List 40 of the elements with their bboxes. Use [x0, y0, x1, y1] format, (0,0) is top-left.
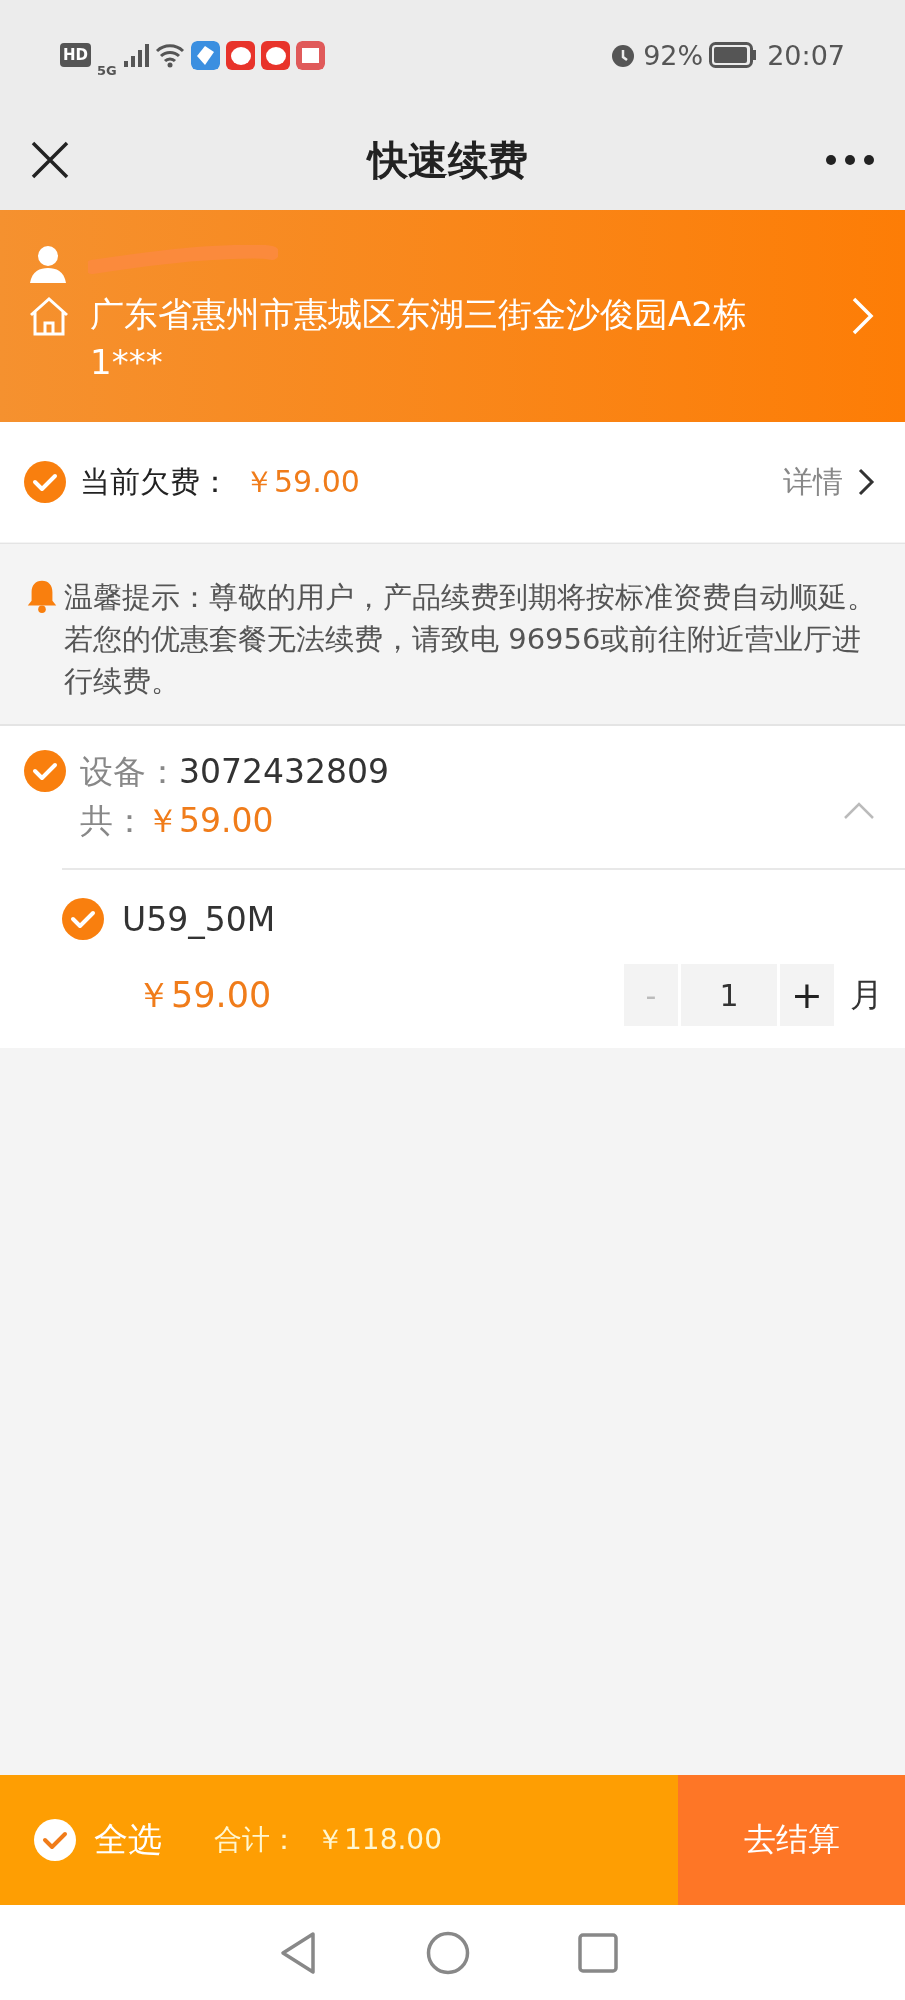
- more-icon[interactable]: [825, 154, 875, 166]
- chevron-right-icon: [857, 467, 875, 497]
- checkbox-icon[interactable]: [24, 750, 66, 793]
- checkbox-icon[interactable]: [34, 1819, 76, 1861]
- network-label: 5G: [97, 62, 117, 78]
- recents-icon[interactable]: [577, 1932, 618, 1973]
- plus-button[interactable]: +: [780, 964, 834, 1027]
- home-button-icon[interactable]: [425, 1930, 470, 1975]
- signal-icon: [122, 42, 149, 68]
- app-icon: [190, 40, 220, 70]
- chevron-right-icon[interactable]: [851, 296, 875, 336]
- select-all-label[interactable]: 全选: [94, 1817, 162, 1863]
- device-label: 设备：: [80, 752, 179, 792]
- user-icon: [28, 245, 68, 284]
- package-name: U59_50M: [122, 899, 276, 939]
- quantity-field[interactable]: 1: [681, 964, 777, 1027]
- tip-text: 温馨提示：尊敬的用户，产品续费到期将按标准资费自动顺延。若您的优惠套餐无法续费，请致电 96956或前往附近营业厅进行续费。: [64, 579, 877, 701]
- total-label: 共：: [80, 801, 146, 841]
- device-number: 3072432809: [179, 752, 389, 792]
- device-total: ￥59.00: [146, 801, 274, 841]
- hd-badge: HD: [60, 43, 91, 67]
- details-link[interactable]: 详情: [783, 461, 875, 503]
- close-icon[interactable]: [30, 140, 70, 180]
- wifi-icon: [154, 42, 185, 68]
- page-title: 快速续费: [367, 135, 528, 185]
- total-amount: ￥118.00: [316, 1822, 442, 1858]
- home-icon: [28, 295, 70, 338]
- unit-label: 月: [850, 973, 883, 1016]
- checkbox-icon[interactable]: [24, 461, 66, 503]
- clock-time: 20:07: [767, 39, 845, 71]
- arrears-amount: ￥59.00: [244, 462, 360, 501]
- package-price: ￥59.00: [136, 973, 272, 1017]
- total-label: 合计：: [214, 1822, 298, 1858]
- address-text: 广东省惠州市惠城区东湖三街金沙俊园A2栋1***: [90, 293, 748, 384]
- arrears-label: 当前欠费：: [80, 462, 230, 501]
- battery-percent: 92%: [643, 39, 704, 71]
- checkbox-icon[interactable]: [62, 898, 104, 941]
- battery-icon: [709, 42, 758, 68]
- checkout-button[interactable]: 去结算: [678, 1775, 905, 1905]
- chevron-up-icon[interactable]: [843, 802, 875, 821]
